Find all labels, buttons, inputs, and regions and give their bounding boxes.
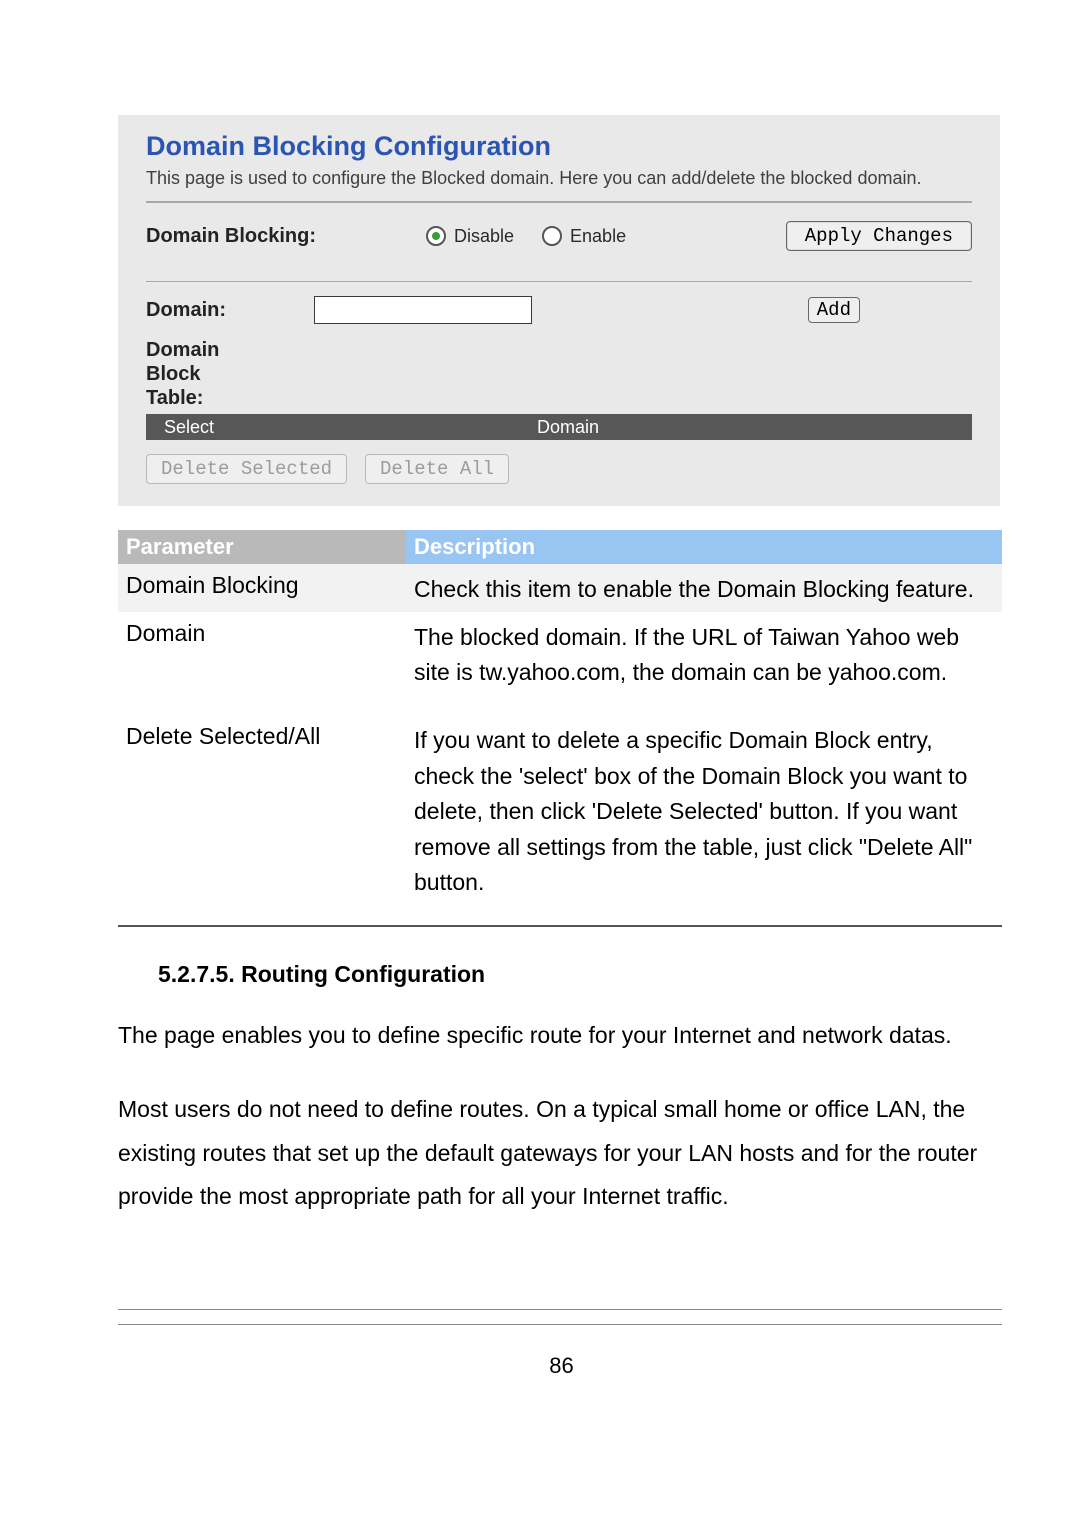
param-name: Domain Blocking [118,564,406,612]
table-button-row: Delete Selected Delete All [146,454,972,484]
footer-rule [118,1309,1002,1325]
section-heading: 5.2.7.5. Routing Configuration [158,961,1005,988]
panel-subtitle: This page is used to configure the Block… [146,168,972,189]
domain-input[interactable] [314,296,532,324]
blocking-label: Domain Blocking: [146,225,426,248]
radio-group: Disable Enable [426,226,626,247]
param-name: Delete Selected/All [118,715,406,926]
col-domain: Domain [290,417,972,438]
radio-enable-label: Enable [570,226,626,247]
domain-label: Domain: [146,299,314,322]
param-desc: The blocked domain. If the URL of Taiwan… [406,612,1002,715]
divider [146,281,972,282]
document-page: Domain Blocking Configuration This page … [0,0,1080,1419]
param-name: Domain [118,612,406,715]
page-number: 86 [118,1353,1005,1379]
divider [118,1309,1002,1310]
panel-title: Domain Blocking Configuration [146,131,972,162]
block-table-header: Select Domain [146,414,972,440]
col-parameter: Parameter [118,530,406,564]
col-description: Description [406,530,1002,564]
add-button[interactable]: Add [808,297,860,323]
body-paragraph: Most users do not need to define routes.… [118,1088,1002,1219]
divider [118,1324,1002,1325]
delete-selected-button[interactable]: Delete Selected [146,454,347,484]
divider [146,201,972,203]
radio-enable[interactable] [542,226,562,246]
domain-entry-row: Domain: Add [146,296,972,324]
config-panel: Domain Blocking Configuration This page … [118,115,1000,506]
body-paragraph: The page enables you to define specific … [118,1014,1002,1058]
delete-all-button[interactable]: Delete All [365,454,509,484]
blocking-row: Domain Blocking: Disable Enable Apply Ch… [146,221,972,271]
param-desc: Check this item to enable the Domain Blo… [406,564,1002,612]
parameter-table: Parameter Description Domain Blocking Ch… [118,530,1002,927]
apply-changes-button[interactable]: Apply Changes [786,221,972,251]
radio-disable-label: Disable [454,226,514,247]
radio-disable[interactable] [426,226,446,246]
param-desc: If you want to delete a specific Domain … [406,715,1002,926]
col-select: Select [146,417,290,438]
block-table-label: Domain Block Table: [146,338,972,410]
